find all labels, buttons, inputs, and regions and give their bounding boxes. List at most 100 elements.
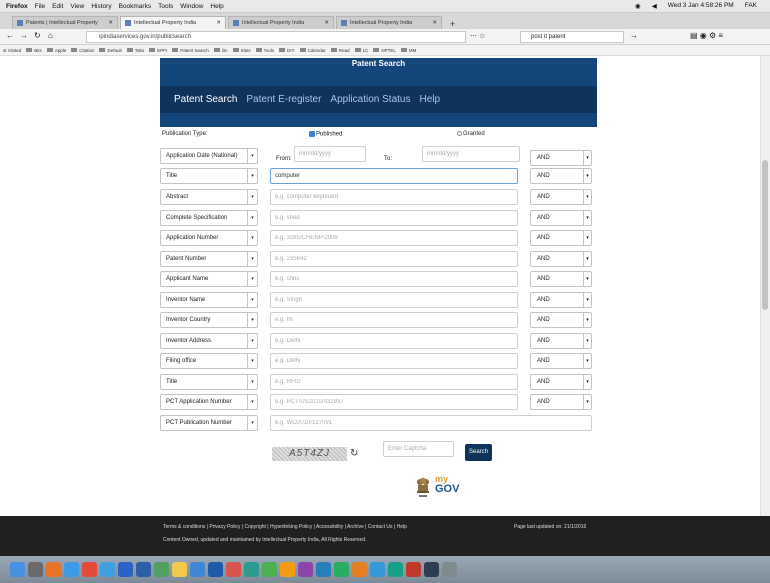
trash-icon[interactable]: [442, 562, 457, 577]
bookmark-item[interactable]: st Visited: [3, 48, 21, 53]
bookmark-folder[interactable]: Patent Search: [172, 48, 209, 53]
reload-icon[interactable]: ↻: [34, 31, 41, 40]
browser-tab[interactable]: Intellectual Property India ✕: [228, 16, 334, 29]
bookmark-folder[interactable]: Tabs: [127, 48, 145, 53]
bookmark-folder[interactable]: Default: [99, 48, 121, 53]
bookmark-folder[interactable]: Bits: [26, 48, 42, 53]
browser-search-field[interactable]: post it patent: [520, 31, 624, 43]
app-icon[interactable]: [262, 562, 277, 577]
bookmark-folder[interactable]: LC: [355, 48, 369, 53]
footer-links[interactable]: Terms & conditions | Privacy Policy | Co…: [163, 524, 407, 530]
scrollbar-thumb[interactable]: [762, 160, 768, 310]
bookmark-folder[interactable]: MM: [401, 48, 417, 53]
operator-select[interactable]: AND ▾: [530, 353, 592, 369]
safari-icon[interactable]: [64, 562, 79, 577]
app-icon[interactable]: [190, 562, 205, 577]
operator-select[interactable]: AND ▾: [530, 251, 592, 267]
bookmark-folder[interactable]: Tools: [256, 48, 275, 53]
app-icon[interactable]: [388, 562, 403, 577]
operator-select[interactable]: AND ▾: [530, 150, 592, 166]
field-select[interactable]: Inventor Country ▾: [160, 312, 258, 328]
menu-file[interactable]: File: [35, 3, 45, 10]
field-select[interactable]: PCT Publication Number ▾: [160, 415, 258, 431]
field-select[interactable]: Inventor Address ▾: [160, 333, 258, 349]
bookmark-folder[interactable]: EPFI: [149, 48, 167, 53]
field-select[interactable]: Patent Number ▾: [160, 251, 258, 267]
bookmark-folder[interactable]: NPTEL: [373, 48, 396, 53]
menu-bookmarks[interactable]: Bookmarks: [119, 3, 152, 10]
page-actions-icon[interactable]: ⋯ ☆: [470, 32, 485, 40]
field-select[interactable]: Title ▾: [160, 374, 258, 390]
field-select[interactable]: Abstract ▾: [160, 189, 258, 205]
search-term-input[interactable]: [270, 189, 518, 205]
app-icon[interactable]: [226, 562, 241, 577]
search-term-input[interactable]: [270, 415, 592, 431]
search-term-field[interactable]: [275, 190, 517, 204]
volume-icon[interactable]: ◀︎: [652, 2, 657, 10]
date-field-select[interactable]: Application Date (National) ▾: [160, 148, 258, 164]
operator-select[interactable]: AND ▾: [530, 168, 592, 184]
bookmark-folder[interactable]: Read: [331, 48, 350, 53]
app-icon[interactable]: [370, 562, 385, 577]
app-icon[interactable]: [406, 562, 421, 577]
search-term-input[interactable]: [270, 251, 518, 267]
search-term-input[interactable]: [270, 353, 518, 369]
field-select[interactable]: Filing office ▾: [160, 353, 258, 369]
to-date-input[interactable]: mm/dd/yyyy: [422, 146, 520, 162]
url-field[interactable]: ipindiaservices.gov.in/publicsearch: [86, 31, 466, 43]
search-term-input[interactable]: [270, 333, 518, 349]
close-icon[interactable]: ✕: [324, 20, 329, 26]
search-button[interactable]: Search: [465, 444, 492, 461]
app-icon[interactable]: [316, 562, 331, 577]
clock[interactable]: Wed 3 Jan 4:58:26 PM: [668, 2, 734, 10]
menu-edit[interactable]: Edit: [52, 3, 63, 10]
refresh-captcha-icon[interactable]: ↻: [350, 448, 358, 459]
close-icon[interactable]: ✕: [108, 20, 113, 26]
toolbar-icons[interactable]: ▤ ◉ ⚙ ≡: [690, 31, 723, 40]
field-select[interactable]: PCT Application Number ▾: [160, 394, 258, 410]
granted-option[interactable]: Granted: [457, 131, 485, 137]
browser-tab[interactable]: Intellectual Property India ✕: [336, 16, 442, 29]
search-term-field[interactable]: [275, 293, 517, 307]
new-tab-icon[interactable]: +: [444, 19, 461, 29]
bookmark-folder[interactable]: Citation: [71, 48, 94, 53]
bookmark-folder[interactable]: Calendar: [300, 48, 326, 53]
search-term-field[interactable]: [275, 252, 517, 266]
search-term-field[interactable]: [275, 169, 517, 183]
browser-tab[interactable]: Patents | Intellectual Property ✕: [12, 16, 118, 29]
bookmark-folder[interactable]: DIY: [279, 48, 295, 53]
go-arrow-icon[interactable]: →: [630, 31, 638, 40]
forward-icon[interactable]: →: [20, 31, 28, 40]
search-term-input[interactable]: [270, 374, 518, 390]
chrome-icon[interactable]: [100, 562, 115, 577]
launchpad-icon[interactable]: [28, 562, 43, 577]
search-term-input[interactable]: [270, 292, 518, 308]
app-icon[interactable]: [334, 562, 349, 577]
mail-icon[interactable]: [118, 562, 133, 577]
app-icon[interactable]: [352, 562, 367, 577]
field-select[interactable]: Applicant Name ▾: [160, 271, 258, 287]
operator-select[interactable]: AND ▾: [530, 189, 592, 205]
search-term-field[interactable]: [275, 375, 517, 389]
search-term-field[interactable]: [275, 354, 517, 368]
home-icon[interactable]: ⌂: [48, 31, 53, 40]
opera-icon[interactable]: [82, 562, 97, 577]
operator-select[interactable]: AND ▾: [530, 271, 592, 287]
search-term-input[interactable]: [270, 312, 518, 328]
nav-patent-search[interactable]: Patent Search: [174, 94, 237, 105]
search-term-field[interactable]: [275, 272, 517, 286]
operator-select[interactable]: AND ▾: [530, 312, 592, 328]
menu-help[interactable]: Help: [210, 3, 223, 10]
browser-tab-active[interactable]: Intellectual Property India ✕: [120, 16, 226, 29]
user-name[interactable]: FAK: [745, 2, 757, 10]
word-icon[interactable]: [136, 562, 151, 577]
search-term-input[interactable]: [270, 394, 518, 410]
wifi-icon[interactable]: ◉: [635, 2, 641, 10]
search-term-input[interactable]: [270, 230, 518, 246]
app-icon[interactable]: [244, 562, 259, 577]
field-select[interactable]: Inventor Name ▾: [160, 292, 258, 308]
app-icon[interactable]: [424, 562, 439, 577]
nav-application-status[interactable]: Application Status: [330, 94, 410, 105]
from-date-input[interactable]: mm/dd/yyyy: [294, 146, 366, 162]
operator-select[interactable]: AND ▾: [530, 210, 592, 226]
